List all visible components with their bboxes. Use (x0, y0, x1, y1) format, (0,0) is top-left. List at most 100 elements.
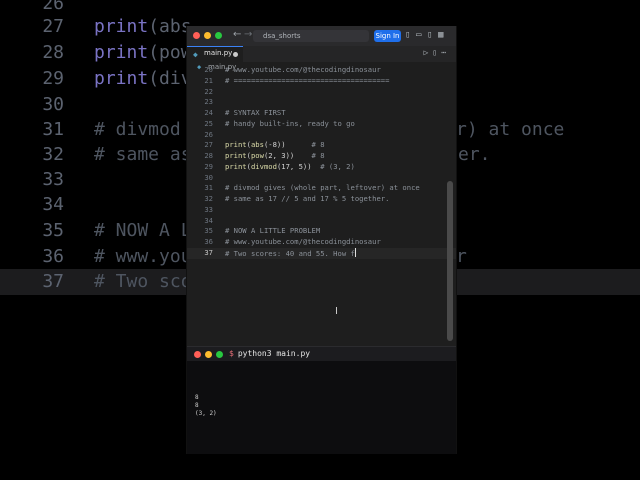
function-token: divmod (250, 161, 277, 171)
code-text: # Two scores: 40 and 55. How f (225, 247, 356, 260)
code-text: # divmod gives (whole part, leftover) at… (225, 183, 420, 194)
tab-label: main.py (204, 49, 233, 57)
code-line[interactable]: 22 (187, 87, 456, 98)
code-line[interactable]: 24 # SYNTAX FIRST (187, 108, 456, 119)
minimize-window-button[interactable] (204, 32, 211, 39)
text-caret (354, 247, 356, 257)
args-token: (-8)) (263, 140, 286, 150)
code-line[interactable]: 28 print(pow(2, 3)) # 8 (187, 151, 456, 162)
line-number: 29 (204, 161, 213, 171)
code-line[interactable]: 21 # ==================================== (187, 76, 456, 87)
background-line-number: 35 (42, 220, 64, 241)
more-actions-icon[interactable]: ⋯ (441, 48, 450, 57)
comment-token: # Two scores: 40 and 55. How f (225, 248, 355, 258)
background-line-tail: r (456, 246, 467, 267)
code-line[interactable]: 27 print(abs(-8)) # 8 (187, 140, 456, 151)
function-token: pow (250, 151, 264, 160)
line-number: 34 (204, 215, 213, 225)
layout-toggle-icon[interactable]: ▯ (405, 31, 413, 40)
code-text: # SYNTAX FIRST (225, 108, 286, 119)
editor-actions: ▷▯⋯ (424, 48, 450, 57)
comment-token: # ==================================== (225, 75, 390, 85)
code-line[interactable]: 20 # www.youtube.com/@thecodingdinosaur (187, 65, 456, 76)
split-editor-icon[interactable]: ▯ (432, 48, 441, 57)
code-text: # ==================================== (225, 76, 389, 87)
unsaved-dot-icon[interactable] (233, 52, 238, 57)
background-line-number: 28 (42, 42, 64, 63)
editor-scrollbar[interactable] (447, 181, 453, 341)
code-text: # NOW A LITTLE PROBLEM (225, 226, 320, 237)
code-line[interactable]: 30 (187, 173, 456, 184)
close-window-button[interactable] (193, 32, 200, 39)
code-text: print(pow(2, 3)) # 8 (225, 151, 325, 162)
line-number: 36 (204, 237, 213, 246)
python-file-icon: ◆ (193, 50, 198, 59)
code-line[interactable]: 23 (187, 97, 456, 108)
forward-arrow-icon[interactable]: → (244, 29, 252, 40)
background-line-number: 36 (42, 246, 64, 267)
code-editor[interactable]: 20 # www.youtube.com/@thecodingdinosaur 21… (187, 65, 456, 346)
back-arrow-icon[interactable]: ← (233, 29, 241, 40)
terminal-command: $ python3 main.py (229, 348, 310, 360)
line-number: 27 (204, 140, 213, 150)
comment-token: # www.youtube.com/@thecodingdinosaur (225, 65, 381, 74)
code-line[interactable]: 34 (187, 216, 456, 227)
command-center-search[interactable]: dsa_shorts (253, 30, 369, 42)
comment-token: # (3, 2) (311, 161, 355, 171)
line-number: 26 (204, 129, 213, 139)
maximize-window-button[interactable] (215, 32, 222, 39)
terminal-max-dot (216, 351, 223, 358)
line-number: 28 (204, 151, 213, 160)
prompt-symbol: $ (229, 349, 234, 358)
args-token: (17, 5)) (276, 161, 312, 171)
code-line[interactable]: 26 (187, 130, 456, 141)
sidebar-toggle-icon[interactable]: ▭ (416, 31, 424, 40)
tab-main-py[interactable]: ◆ main.py (187, 46, 243, 62)
background-function-name: print (94, 42, 149, 63)
code-line[interactable]: 31 # divmod gives (whole part, leftover) … (187, 183, 456, 194)
code-line[interactable]: 29 print(divmod(17, 5)) # (3, 2) (187, 162, 456, 173)
code-line[interactable]: 25 # handy built-ins, ready to go (187, 119, 456, 130)
line-number: 37 (204, 247, 213, 257)
line-number: 33 (204, 204, 213, 214)
line-number: 31 (204, 183, 213, 193)
code-line[interactable]: 33 (187, 205, 456, 216)
title-bar: ← → dsa_shorts Sign In ▯ ▭ ▯ ▦ (187, 26, 456, 46)
editor-window: ← → dsa_shorts Sign In ▯ ▭ ▯ ▦ ◆ main.py… (186, 26, 457, 454)
terminal-output-line: (3, 2) (195, 410, 217, 417)
code-text: # handy built-ins, ready to go (225, 119, 355, 130)
text-cursor-icon: I (335, 306, 338, 317)
tab-bar: ◆ main.py ▷▯⋯ (187, 46, 456, 62)
background-function-name: print (94, 68, 149, 89)
code-text: # www.youtube.com/@thecodingdinosaur (225, 237, 381, 248)
background-line-text: # Two sco (94, 271, 192, 292)
background-line-number: 31 (42, 119, 64, 140)
sign-in-button[interactable]: Sign In (374, 30, 401, 42)
terminal-header: $ python3 main.py (187, 346, 456, 361)
terminal-panel[interactable]: $ python3 main.py 8 8 (3, 2) (187, 346, 456, 454)
code-text: print(abs(-8)) # 8 (225, 140, 325, 151)
background-line-tail: r) at once (456, 119, 565, 140)
function-token: print (225, 161, 247, 171)
comment-token: # 8 (294, 151, 325, 160)
comment-token: # handy built-ins, ready to go (225, 118, 355, 128)
workspace-title: dsa_shorts (263, 32, 301, 40)
code-line[interactable]: 37 # Two scores: 40 and 55. How f (187, 247, 456, 260)
background-line-text: print(pow (94, 40, 192, 66)
panel-toggle-icon[interactable]: ▯ (427, 31, 435, 40)
code-line[interactable]: 36 # www.youtube.com/@thecodingdinosaur (187, 237, 456, 248)
args-token: (2, 3)) (263, 151, 295, 160)
line-number: 25 (204, 118, 213, 128)
background-line-number: 27 (42, 16, 64, 37)
comment-token: # divmod gives (whole part, leftover) at… (225, 183, 420, 193)
line-number: 22 (204, 86, 213, 96)
line-number: 23 (204, 97, 213, 107)
code-line[interactable]: 35 # NOW A LITTLE PROBLEM (187, 226, 456, 237)
background-line-number: 37 (42, 271, 64, 292)
background-line-number: 29 (42, 68, 64, 89)
customize-layout-icon[interactable]: ▦ (438, 31, 446, 40)
code-line[interactable]: 32 # same as 17 // 5 and 17 % 5 together. (187, 194, 456, 205)
background-line-text: # same as (94, 144, 192, 165)
code-text: # www.youtube.com/@thecodingdinosaur (225, 65, 381, 76)
line-number: 30 (204, 172, 213, 182)
